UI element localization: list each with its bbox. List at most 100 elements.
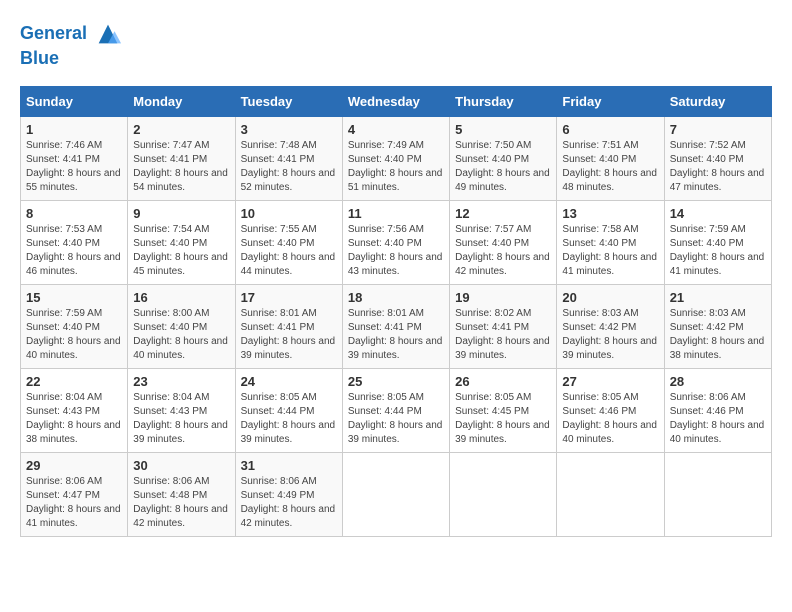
day-info: Sunrise: 7:51 AM Sunset: 4:40 PM Dayligh… — [562, 139, 658, 195]
calendar-cell: 19 Sunrise: 8:02 AM Sunset: 4:41 PM Dayl… — [450, 284, 557, 368]
calendar-cell: 22 Sunrise: 8:04 AM Sunset: 4:43 PM Dayl… — [21, 368, 128, 452]
day-number: 13 — [562, 206, 658, 221]
weekday-header: Thursday — [450, 86, 557, 116]
day-number: 3 — [241, 122, 337, 137]
weekday-header: Saturday — [664, 86, 771, 116]
calendar-cell: 26 Sunrise: 8:05 AM Sunset: 4:45 PM Dayl… — [450, 368, 557, 452]
calendar-cell: 3 Sunrise: 7:48 AM Sunset: 4:41 PM Dayli… — [235, 116, 342, 200]
day-info: Sunrise: 8:06 AM Sunset: 4:48 PM Dayligh… — [133, 475, 229, 531]
calendar-cell — [664, 452, 771, 536]
day-number: 9 — [133, 206, 229, 221]
day-number: 2 — [133, 122, 229, 137]
day-info: Sunrise: 7:58 AM Sunset: 4:40 PM Dayligh… — [562, 223, 658, 279]
calendar-cell: 1 Sunrise: 7:46 AM Sunset: 4:41 PM Dayli… — [21, 116, 128, 200]
day-info: Sunrise: 8:00 AM Sunset: 4:40 PM Dayligh… — [133, 307, 229, 363]
day-number: 23 — [133, 374, 229, 389]
logo-text: General — [20, 20, 122, 48]
calendar-week-row: 8 Sunrise: 7:53 AM Sunset: 4:40 PM Dayli… — [21, 200, 772, 284]
calendar-cell: 24 Sunrise: 8:05 AM Sunset: 4:44 PM Dayl… — [235, 368, 342, 452]
calendar-cell: 10 Sunrise: 7:55 AM Sunset: 4:40 PM Dayl… — [235, 200, 342, 284]
calendar-cell: 20 Sunrise: 8:03 AM Sunset: 4:42 PM Dayl… — [557, 284, 664, 368]
calendar-cell: 29 Sunrise: 8:06 AM Sunset: 4:47 PM Dayl… — [21, 452, 128, 536]
calendar-cell: 14 Sunrise: 7:59 AM Sunset: 4:40 PM Dayl… — [664, 200, 771, 284]
day-number: 8 — [26, 206, 122, 221]
calendar-cell — [557, 452, 664, 536]
day-number: 12 — [455, 206, 551, 221]
calendar-cell: 25 Sunrise: 8:05 AM Sunset: 4:44 PM Dayl… — [342, 368, 449, 452]
calendar-cell: 12 Sunrise: 7:57 AM Sunset: 4:40 PM Dayl… — [450, 200, 557, 284]
calendar-table: SundayMondayTuesdayWednesdayThursdayFrid… — [20, 86, 772, 537]
calendar-week-row: 22 Sunrise: 8:04 AM Sunset: 4:43 PM Dayl… — [21, 368, 772, 452]
calendar-cell: 27 Sunrise: 8:05 AM Sunset: 4:46 PM Dayl… — [557, 368, 664, 452]
day-info: Sunrise: 8:06 AM Sunset: 4:46 PM Dayligh… — [670, 391, 766, 447]
day-info: Sunrise: 8:01 AM Sunset: 4:41 PM Dayligh… — [241, 307, 337, 363]
calendar-cell: 7 Sunrise: 7:52 AM Sunset: 4:40 PM Dayli… — [664, 116, 771, 200]
calendar-cell — [342, 452, 449, 536]
day-number: 7 — [670, 122, 766, 137]
calendar-cell — [450, 452, 557, 536]
weekday-header: Friday — [557, 86, 664, 116]
day-number: 30 — [133, 458, 229, 473]
day-number: 11 — [348, 206, 444, 221]
day-number: 5 — [455, 122, 551, 137]
day-info: Sunrise: 8:01 AM Sunset: 4:41 PM Dayligh… — [348, 307, 444, 363]
calendar-cell: 17 Sunrise: 8:01 AM Sunset: 4:41 PM Dayl… — [235, 284, 342, 368]
day-number: 19 — [455, 290, 551, 305]
weekday-header: Tuesday — [235, 86, 342, 116]
weekday-header-row: SundayMondayTuesdayWednesdayThursdayFrid… — [21, 86, 772, 116]
day-number: 15 — [26, 290, 122, 305]
calendar-cell: 11 Sunrise: 7:56 AM Sunset: 4:40 PM Dayl… — [342, 200, 449, 284]
day-info: Sunrise: 7:49 AM Sunset: 4:40 PM Dayligh… — [348, 139, 444, 195]
calendar-cell: 15 Sunrise: 7:59 AM Sunset: 4:40 PM Dayl… — [21, 284, 128, 368]
day-info: Sunrise: 8:05 AM Sunset: 4:44 PM Dayligh… — [241, 391, 337, 447]
day-number: 31 — [241, 458, 337, 473]
day-info: Sunrise: 8:03 AM Sunset: 4:42 PM Dayligh… — [562, 307, 658, 363]
calendar-week-row: 15 Sunrise: 7:59 AM Sunset: 4:40 PM Dayl… — [21, 284, 772, 368]
day-number: 21 — [670, 290, 766, 305]
weekday-header: Wednesday — [342, 86, 449, 116]
day-info: Sunrise: 7:55 AM Sunset: 4:40 PM Dayligh… — [241, 223, 337, 279]
day-number: 25 — [348, 374, 444, 389]
calendar-cell: 31 Sunrise: 8:06 AM Sunset: 4:49 PM Dayl… — [235, 452, 342, 536]
weekday-header: Sunday — [21, 86, 128, 116]
day-info: Sunrise: 7:57 AM Sunset: 4:40 PM Dayligh… — [455, 223, 551, 279]
day-number: 10 — [241, 206, 337, 221]
day-number: 28 — [670, 374, 766, 389]
day-info: Sunrise: 7:56 AM Sunset: 4:40 PM Dayligh… — [348, 223, 444, 279]
calendar-cell: 30 Sunrise: 8:06 AM Sunset: 4:48 PM Dayl… — [128, 452, 235, 536]
day-info: Sunrise: 7:47 AM Sunset: 4:41 PM Dayligh… — [133, 139, 229, 195]
day-info: Sunrise: 8:04 AM Sunset: 4:43 PM Dayligh… — [26, 391, 122, 447]
calendar-cell: 16 Sunrise: 8:00 AM Sunset: 4:40 PM Dayl… — [128, 284, 235, 368]
day-info: Sunrise: 7:59 AM Sunset: 4:40 PM Dayligh… — [670, 223, 766, 279]
day-info: Sunrise: 8:05 AM Sunset: 4:45 PM Dayligh… — [455, 391, 551, 447]
calendar-cell: 8 Sunrise: 7:53 AM Sunset: 4:40 PM Dayli… — [21, 200, 128, 284]
day-number: 24 — [241, 374, 337, 389]
day-info: Sunrise: 8:04 AM Sunset: 4:43 PM Dayligh… — [133, 391, 229, 447]
calendar-cell: 4 Sunrise: 7:49 AM Sunset: 4:40 PM Dayli… — [342, 116, 449, 200]
day-info: Sunrise: 8:05 AM Sunset: 4:46 PM Dayligh… — [562, 391, 658, 447]
calendar-week-row: 1 Sunrise: 7:46 AM Sunset: 4:41 PM Dayli… — [21, 116, 772, 200]
logo-text2: Blue — [20, 48, 122, 70]
day-number: 1 — [26, 122, 122, 137]
calendar-cell: 28 Sunrise: 8:06 AM Sunset: 4:46 PM Dayl… — [664, 368, 771, 452]
day-number: 20 — [562, 290, 658, 305]
day-number: 27 — [562, 374, 658, 389]
day-info: Sunrise: 7:46 AM Sunset: 4:41 PM Dayligh… — [26, 139, 122, 195]
logo: General Blue — [20, 20, 122, 70]
day-number: 29 — [26, 458, 122, 473]
weekday-header: Monday — [128, 86, 235, 116]
page-header: General Blue — [20, 20, 772, 70]
day-number: 18 — [348, 290, 444, 305]
day-info: Sunrise: 8:06 AM Sunset: 4:49 PM Dayligh… — [241, 475, 337, 531]
day-number: 14 — [670, 206, 766, 221]
calendar-cell: 23 Sunrise: 8:04 AM Sunset: 4:43 PM Dayl… — [128, 368, 235, 452]
calendar-cell: 9 Sunrise: 7:54 AM Sunset: 4:40 PM Dayli… — [128, 200, 235, 284]
day-info: Sunrise: 7:52 AM Sunset: 4:40 PM Dayligh… — [670, 139, 766, 195]
calendar-week-row: 29 Sunrise: 8:06 AM Sunset: 4:47 PM Dayl… — [21, 452, 772, 536]
calendar-cell: 5 Sunrise: 7:50 AM Sunset: 4:40 PM Dayli… — [450, 116, 557, 200]
day-info: Sunrise: 8:03 AM Sunset: 4:42 PM Dayligh… — [670, 307, 766, 363]
day-number: 17 — [241, 290, 337, 305]
calendar-cell: 2 Sunrise: 7:47 AM Sunset: 4:41 PM Dayli… — [128, 116, 235, 200]
calendar-cell: 13 Sunrise: 7:58 AM Sunset: 4:40 PM Dayl… — [557, 200, 664, 284]
day-info: Sunrise: 7:59 AM Sunset: 4:40 PM Dayligh… — [26, 307, 122, 363]
